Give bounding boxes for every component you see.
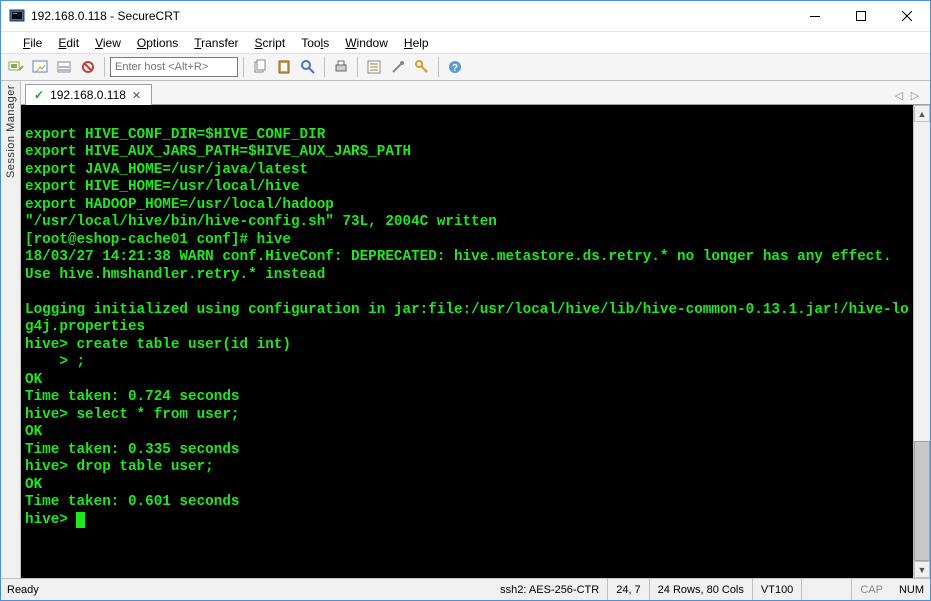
content-column: ✓ 192.168.0.118 ✕ ◁ ▷ export HIVE_CONF_D… (21, 81, 930, 578)
terminal-wrap: export HIVE_CONF_DIR=$HIVE_CONF_DIR expo… (21, 105, 930, 578)
menu-script[interactable]: Script (247, 36, 294, 50)
main-area: Session Manager ✓ 192.168.0.118 ✕ ◁ ▷ ex… (1, 81, 930, 578)
toolbar-separator (324, 57, 325, 77)
tab-next-icon[interactable]: ▷ (908, 89, 922, 102)
menu-file[interactable]: File (15, 36, 50, 50)
terminal-cursor (76, 512, 85, 528)
session-manager-panel[interactable]: Session Manager (1, 81, 21, 578)
svg-text:?: ? (452, 63, 458, 74)
toolbar-separator (104, 57, 105, 77)
menu-transfer[interactable]: Transfer (186, 36, 246, 50)
copy-icon[interactable] (249, 56, 271, 78)
terminal[interactable]: export HIVE_CONF_DIR=$HIVE_CONF_DIR expo… (21, 105, 913, 578)
key-icon[interactable] (411, 56, 433, 78)
window-title: 192.168.0.118 - SecureCRT (31, 9, 792, 23)
scroll-down-icon[interactable]: ▼ (914, 561, 930, 578)
menubar: File Edit View Options Transfer Script T… (1, 31, 930, 53)
tab-prev-icon[interactable]: ◁ (892, 89, 906, 102)
tab-close-icon[interactable]: ✕ (132, 89, 141, 102)
app-window: 192.168.0.118 - SecureCRT File Edit View… (0, 0, 931, 601)
session-tab[interactable]: ✓ 192.168.0.118 ✕ (25, 84, 152, 105)
properties-icon[interactable] (363, 56, 385, 78)
titlebar[interactable]: 192.168.0.118 - SecureCRT (1, 1, 930, 31)
status-num: NUM (891, 579, 930, 600)
status-cipher: ssh2: AES-256-CTR (492, 579, 608, 600)
paste-icon[interactable] (273, 56, 295, 78)
reconnect-icon[interactable] (77, 56, 99, 78)
menu-edit[interactable]: Edit (50, 36, 87, 50)
connect-icon[interactable] (5, 56, 27, 78)
statusbar: Ready ssh2: AES-256-CTR 24, 7 24 Rows, 8… (1, 578, 930, 600)
maximize-button[interactable] (838, 1, 884, 31)
toolbar-separator (357, 57, 358, 77)
connected-check-icon: ✓ (34, 88, 44, 102)
scroll-track[interactable] (914, 122, 930, 561)
toolbar-separator (438, 57, 439, 77)
status-cursor: 24, 7 (608, 579, 649, 600)
options-icon[interactable] (387, 56, 409, 78)
tab-label: 192.168.0.118 (50, 88, 126, 102)
status-term: VT100 (753, 579, 802, 600)
tab-nav: ◁ ▷ (892, 89, 926, 104)
menu-help[interactable]: Help (396, 36, 437, 50)
tabbar: ✓ 192.168.0.118 ✕ ◁ ▷ (21, 81, 930, 105)
print-icon[interactable] (330, 56, 352, 78)
close-button[interactable] (884, 1, 930, 31)
menu-tools[interactable]: Tools (293, 36, 337, 50)
terminal-scrollbar[interactable]: ▲ ▼ (913, 105, 930, 578)
menu-view[interactable]: View (87, 36, 129, 50)
status-ready: Ready (1, 579, 47, 600)
minimize-button[interactable] (792, 1, 838, 31)
scroll-thumb[interactable] (914, 441, 930, 561)
help-icon[interactable]: ? (444, 56, 466, 78)
menu-options[interactable]: Options (129, 36, 186, 50)
toolbar-separator (243, 57, 244, 77)
status-size: 24 Rows, 80 Cols (650, 579, 753, 600)
window-controls (792, 1, 930, 31)
connect-in-tab-icon[interactable] (53, 56, 75, 78)
menu-window[interactable]: Window (337, 36, 396, 50)
find-icon[interactable] (297, 56, 319, 78)
app-icon (9, 8, 25, 24)
toolbar: ? (1, 53, 930, 81)
status-caps: CAP (852, 579, 891, 600)
scroll-up-icon[interactable]: ▲ (914, 105, 930, 122)
quick-connect-icon[interactable] (29, 56, 51, 78)
status-empty1 (802, 579, 852, 600)
host-input[interactable] (110, 57, 238, 77)
session-manager-label: Session Manager (5, 85, 17, 178)
